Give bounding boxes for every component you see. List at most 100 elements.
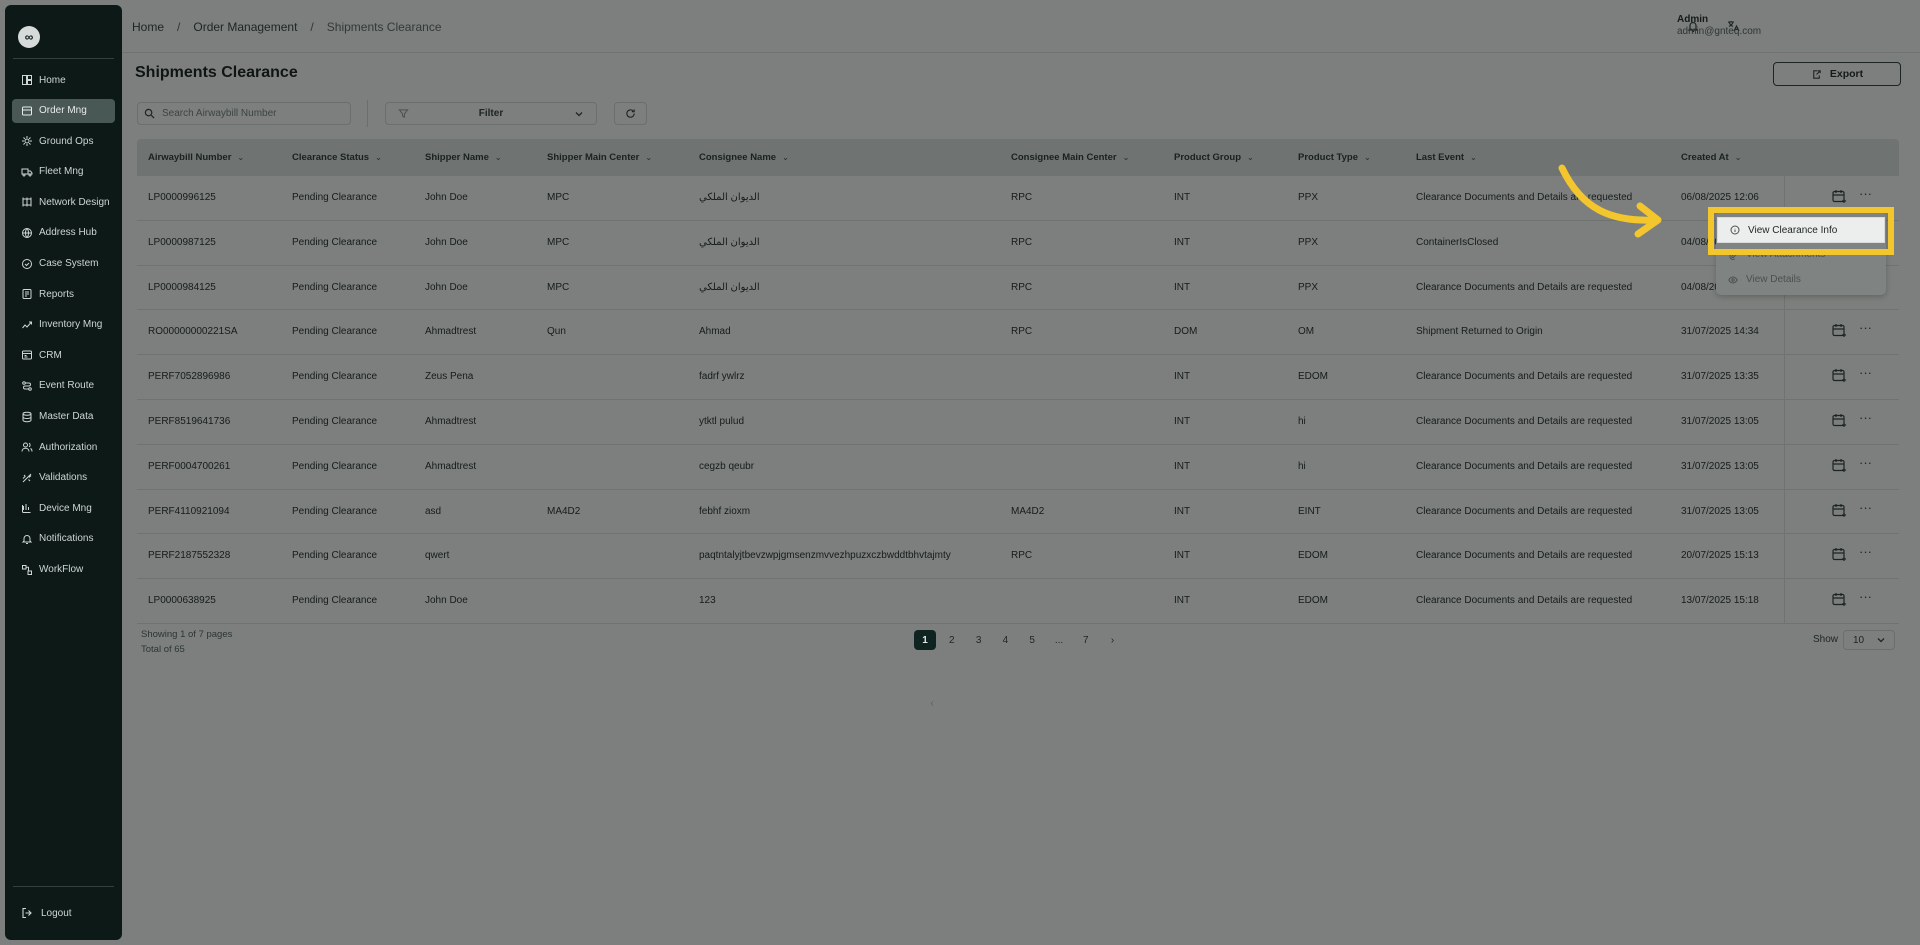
column-header[interactable]: Last Event ⌄ [1416,152,1477,163]
column-header[interactable]: Product Type ⌄ [1298,152,1371,163]
column-header[interactable]: Created At ⌄ [1681,152,1741,163]
more-options-icon[interactable]: ··· [1859,321,1872,334]
more-options-icon[interactable]: ··· [1859,501,1872,514]
menu-item-view-details[interactable]: View Details [1728,274,1801,285]
more-options-icon[interactable]: ··· [1859,366,1872,379]
calendar-add-icon[interactable] [1831,412,1848,429]
sort-icon[interactable]: ⌄ [645,153,652,162]
sidebar-item-network-design[interactable]: Network Design [12,190,115,214]
column-header[interactable]: Consignee Name ⌄ [699,152,789,163]
export-label: Export [1829,68,1864,80]
pagination-page[interactable]: 5 [1021,630,1043,650]
sidebar-item-case-system[interactable]: Case System [12,252,115,276]
more-options-icon[interactable]: ··· [1859,187,1872,200]
calendar-add-icon[interactable] [1831,322,1848,339]
sidebar-item-inventory-mng[interactable]: Inventory Mng [12,313,115,337]
sort-icon[interactable]: ⌄ [1123,153,1130,162]
table-row[interactable]: PERF4110921094 Pending Clearance asd MA4D2 f… [137,489,1899,535]
table-cell: MA4D2 [547,505,581,517]
sidebar-item-device-mng[interactable]: Device Mng [12,496,115,520]
route-icon [21,380,33,392]
more-options-icon[interactable]: ··· [1859,411,1872,424]
table-cell: RPC [1011,236,1033,248]
sort-icon[interactable]: ⌄ [375,153,382,162]
sidebar-item-home[interactable]: Home [12,68,115,92]
filter-dropdown[interactable]: Filter [385,102,597,125]
column-header[interactable]: Product Group ⌄ [1174,152,1254,163]
breadcrumb-home[interactable]: Home [132,20,164,34]
calendar-add-icon[interactable] [1831,591,1848,608]
pagination-next-icon[interactable]: › [1102,630,1124,650]
breadcrumb-order-management[interactable]: Order Management [193,20,297,34]
table-cell: Pending Clearance [292,192,378,203]
sidebar-item-crm[interactable]: CRM [12,343,115,367]
column-header[interactable]: Shipper Main Center ⌄ [547,152,652,163]
sort-icon[interactable]: ⌄ [1470,153,1477,162]
column-header-label: Shipper Name [425,152,489,163]
column-header[interactable]: Shipper Name ⌄ [425,152,502,163]
pagination-page[interactable]: 2 [941,630,963,650]
pagination-page[interactable]: 1 [914,630,936,650]
sidebar-item-label: Case System [39,258,99,270]
column-header[interactable]: Consignee Main Center ⌄ [1011,152,1129,163]
sort-icon[interactable]: ⌄ [1735,153,1742,162]
sort-icon[interactable]: ⌄ [782,153,789,162]
sort-icon[interactable]: ⌄ [1247,153,1254,162]
sidebar-item-notifications[interactable]: Notifications [12,527,115,551]
pagination-prev-icon[interactable]: ‹ [921,693,943,713]
calendar-add-icon[interactable] [1831,367,1848,384]
sidebar-item-authorization[interactable]: Authorization [12,435,115,459]
app-logo[interactable]: ∞ [18,26,40,48]
pagination-page[interactable]: 4 [994,630,1016,650]
sort-icon[interactable]: ⌄ [1364,153,1371,162]
table-row[interactable]: PERF2187552328 Pending Clearance qwert paqt… [137,534,1899,580]
page-size-select[interactable]: 10 [1843,630,1895,650]
calendar-add-icon[interactable] [1831,188,1848,205]
pagination-page[interactable]: 7 [1075,630,1097,650]
calendar-add-icon[interactable] [1831,502,1848,519]
table-cell: PERF0004700261 [148,460,231,472]
sidebar-item-event-route[interactable]: Event Route [12,374,115,398]
pagination-page[interactable]: 3 [968,630,990,650]
table-row[interactable]: LP0000984125 Pending Clearance John Doe MPC… [137,265,1899,311]
table-cell: EDOM [1298,595,1328,607]
refresh-button[interactable] [614,102,647,125]
sidebar-item-fleet-mng[interactable]: Fleet Mng [12,160,115,184]
more-options-icon[interactable]: ··· [1859,545,1872,558]
user-profile[interactable]: Admin admin@gnteq.com [1677,14,1761,37]
sidebar-item-validations[interactable]: Validations [12,466,115,490]
menu-item-view-clearance-info[interactable]: View Clearance Info [1717,217,1885,243]
logout-button[interactable]: Logout [21,907,72,919]
sidebar-item-address-hub[interactable]: Address Hub [12,221,115,245]
calendar-add-icon[interactable] [1831,546,1848,563]
export-button[interactable]: Export [1773,62,1901,86]
sidebar-item-reports[interactable]: Reports [12,282,115,306]
table-body: LP0000996125 Pending Clearance John Doe MPC… [137,176,1899,624]
sidebar-item-order-mng[interactable]: Order Mng [12,98,115,123]
column-header[interactable]: Clearance Status ⌄ [292,152,382,163]
more-options-icon[interactable]: ··· [1859,590,1872,603]
table-cell: Clearance Documents and Details are requ… [1416,550,1633,562]
sidebar-item-master-data[interactable]: Master Data [12,405,115,429]
table-row[interactable]: PERF0004700261 Pending Clearance Ahmadtres… [137,444,1899,490]
table-row[interactable]: LP0000638925 Pending Clearance John Doe 123… [137,579,1899,624]
table-row[interactable]: PERF8519641736 Pending Clearance Ahmadtres… [137,399,1899,445]
table-row[interactable]: PERF7052896986 Pending Clearance Zeus Pena… [137,355,1899,400]
table-row[interactable]: RO00000000221SA Pending Clearance Ahmadtre… [137,310,1899,356]
sort-icon[interactable]: ⌄ [237,153,244,162]
sidebar-item-ground-ops[interactable]: Ground Ops [12,129,115,153]
calendar-add-icon[interactable] [1831,457,1848,474]
table-cell: Clearance Documents and Details are requ… [1416,371,1633,383]
table-cell: Clearance Documents and Details are requ… [1416,595,1633,607]
search-input[interactable] [162,108,342,119]
table-cell: EDOM [1298,371,1328,383]
sidebar-item-workflow[interactable]: WorkFlow [12,558,115,582]
table-cell: PPX [1298,192,1319,203]
sort-icon[interactable]: ⌄ [495,153,502,162]
address-icon [21,227,33,239]
table-cell: LP0000996125 [148,192,216,203]
more-options-icon[interactable]: ··· [1859,456,1872,469]
column-header[interactable]: Airwaybill Number ⌄ [148,152,244,163]
column-header-label: Airwaybill Number [148,152,232,163]
table-cell: INT [1174,192,1191,203]
